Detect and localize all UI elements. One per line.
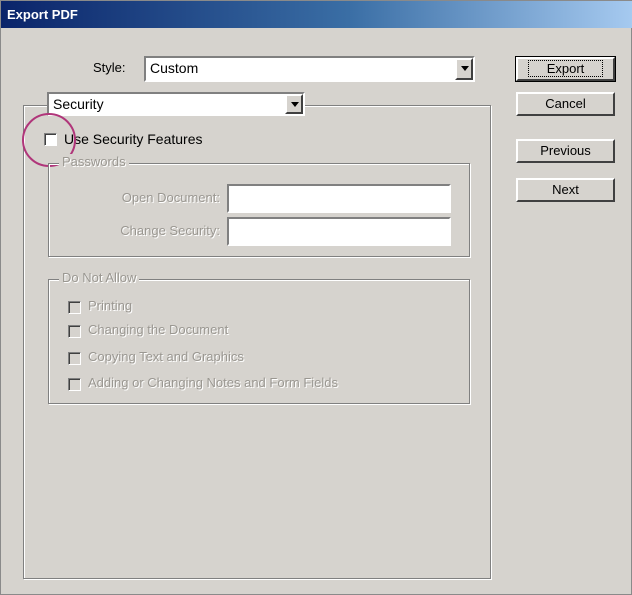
style-label: Style: xyxy=(93,60,126,75)
use-security-label: Use Security Features xyxy=(64,131,203,147)
passwords-legend: Passwords xyxy=(59,154,129,169)
open-document-label: Open Document: xyxy=(121,190,220,205)
export-button-label: Export xyxy=(527,60,604,77)
previous-button[interactable]: Previous xyxy=(516,139,615,163)
change-security-label: Change Security: xyxy=(120,223,220,238)
export-pdf-dialog: Export PDF Style: Custom Export Cancel P… xyxy=(0,0,632,595)
changing-document-label: Changing the Document xyxy=(88,322,229,337)
changing-document-checkbox[interactable] xyxy=(68,325,81,338)
change-security-field[interactable] xyxy=(227,217,451,246)
do-not-allow-legend: Do Not Allow xyxy=(59,270,140,285)
open-document-field[interactable] xyxy=(227,184,451,213)
chevron-down-icon[interactable] xyxy=(455,58,473,80)
copying-text-checkbox[interactable] xyxy=(68,352,81,365)
next-button[interactable]: Next xyxy=(516,178,615,202)
chevron-down-icon[interactable] xyxy=(285,94,303,114)
adding-notes-checkbox[interactable] xyxy=(68,378,81,391)
window-title: Export PDF xyxy=(1,1,632,28)
adding-notes-label: Adding or Changing Notes and Form Fields xyxy=(88,375,339,390)
printing-label: Printing xyxy=(88,298,133,313)
printing-checkbox[interactable] xyxy=(68,301,81,314)
style-dropdown-value: Custom xyxy=(150,60,199,76)
cancel-button[interactable]: Cancel xyxy=(516,92,615,116)
copying-text-label: Copying Text and Graphics xyxy=(88,349,244,364)
export-button[interactable]: Export xyxy=(515,56,616,82)
style-dropdown[interactable]: Custom xyxy=(144,56,475,82)
section-dropdown-value: Security xyxy=(53,96,104,112)
section-dropdown[interactable]: Security xyxy=(47,92,305,116)
